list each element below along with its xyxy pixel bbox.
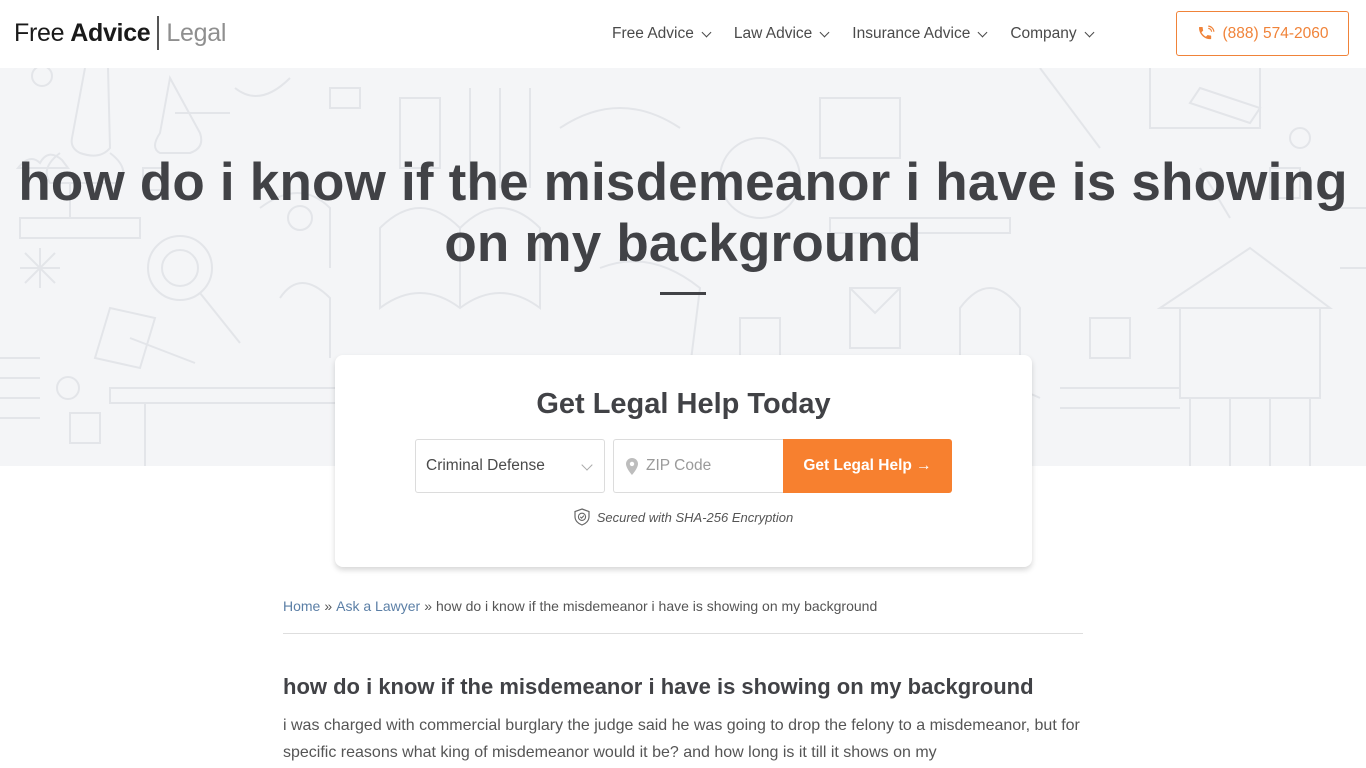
question-title: how do i know if the misdemeanor i have … <box>283 674 1034 699</box>
form-title: Get Legal Help Today <box>536 388 831 420</box>
breadcrumb-home[interactable]: Home <box>283 598 320 614</box>
selected-category: Criminal Defense <box>426 457 545 474</box>
security-text: Secured with SHA-256 Encryption <box>596 509 794 525</box>
main-nav: Free Advice Law Advice Insurance Advice … <box>612 0 1117 68</box>
page-title: how do i know if the misdemeanor i have … <box>18 153 1348 273</box>
logo-text-legal: Legal <box>166 18 227 47</box>
title-underline-divider <box>660 292 706 295</box>
zip-code-input[interactable] <box>646 457 766 475</box>
logo-text-advice: Advice <box>70 18 151 47</box>
security-note: Secured with SHA-256 Encryption <box>335 508 1032 526</box>
site-header: Free Advice Legal Free Advice Law Advice… <box>0 0 1366 68</box>
phone-ringing-icon <box>1198 25 1214 39</box>
nav-label: Law Advice <box>733 25 813 42</box>
site-logo[interactable]: Free Advice Legal <box>14 16 226 50</box>
chevron-down-icon <box>977 27 988 37</box>
chevron-down-icon <box>1084 27 1095 37</box>
breadcrumb: Home» Ask a Lawyer» how do i know if the m… <box>283 598 877 614</box>
get-legal-help-button[interactable]: Get Legal Help → <box>783 439 952 493</box>
nav-label: Insurance Advice <box>852 25 971 42</box>
chevron-down-icon <box>701 27 712 37</box>
phone-call-button[interactable]: (888) 574-2060 <box>1176 11 1349 56</box>
nav-label: Company <box>1010 25 1077 42</box>
chevron-down-icon <box>819 27 830 37</box>
breadcrumb-ask-a-lawyer[interactable]: Ask a Lawyer <box>336 598 420 614</box>
breadcrumb-separator: » <box>324 598 333 614</box>
legal-help-form-card: Get Legal Help Today Criminal Defense Ge… <box>335 355 1032 567</box>
question-body: i was charged with commercial burglary t… <box>283 717 1080 761</box>
legal-category-select[interactable]: Criminal Defense <box>415 439 605 493</box>
content-divider <box>283 633 1083 634</box>
phone-number: (888) 574-2060 <box>1222 24 1329 42</box>
breadcrumb-current: how do i know if the misdemeanor i have … <box>436 598 878 614</box>
breadcrumb-separator: » <box>424 598 432 614</box>
chevron-down-icon <box>581 459 593 471</box>
logo-text-free: Free <box>14 18 65 47</box>
nav-company[interactable]: Company <box>1010 25 1095 43</box>
nav-law-advice[interactable]: Law Advice <box>733 25 830 43</box>
shield-check-icon <box>574 508 590 526</box>
map-pin-icon <box>626 457 638 475</box>
nav-free-advice[interactable]: Free Advice <box>612 25 712 43</box>
logo-divider <box>157 16 160 50</box>
nav-label: Free Advice <box>612 25 694 42</box>
zip-field-wrapper <box>613 439 784 493</box>
nav-insurance-advice[interactable]: Insurance Advice <box>852 25 988 43</box>
